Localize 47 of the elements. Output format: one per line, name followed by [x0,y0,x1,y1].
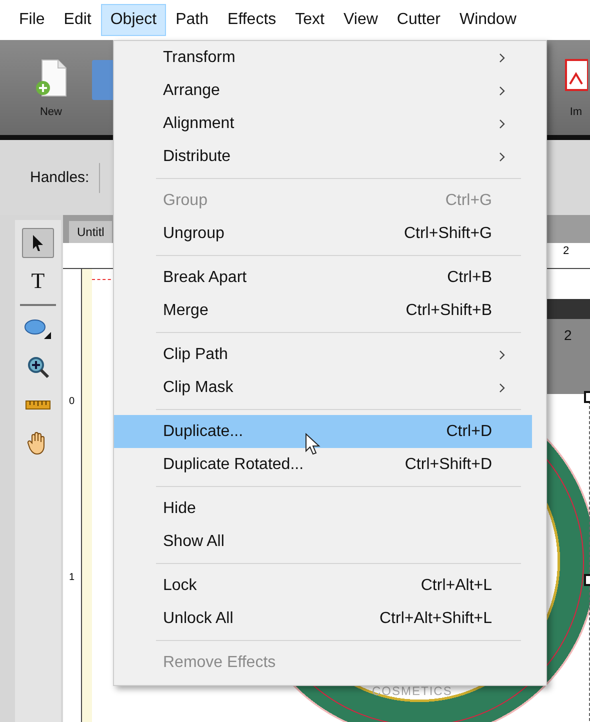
menu-item[interactable]: Clip Path [114,338,532,371]
ruler-label: 0 [69,396,75,407]
menu-bar-item[interactable]: View [334,4,387,36]
menu-item[interactable]: Duplicate... Ctrl+D [114,415,532,448]
document-tab[interactable]: Untitl [69,221,112,243]
menu-bar-item[interactable]: Edit [54,4,100,36]
import-button[interactable]: Im [560,56,590,120]
menu-item[interactable]: Lock Ctrl+Alt+L [114,569,532,602]
chevron-right-icon [498,348,506,360]
ruler-icon [25,400,51,410]
menu-bar-item[interactable]: Effects [218,4,286,36]
ellipse-icon [24,318,52,340]
menu-item[interactable]: Hide [114,492,532,525]
chevron-right-icon [498,382,506,394]
artwork-text: COSMETICS [372,684,452,698]
menu-bar-item[interactable]: Path [166,4,218,36]
menu-bar-item[interactable]: File [10,4,54,36]
zoom-icon [26,355,50,379]
menu-item[interactable]: Show All [114,525,532,558]
menu-item[interactable]: Transform [114,41,532,74]
chevron-right-icon [498,52,506,64]
menu-item[interactable]: Duplicate Rotated... Ctrl+Shift+D [114,448,532,481]
chevron-right-icon [498,84,506,96]
menu-item[interactable]: Unlock All Ctrl+Alt+Shift+L [114,602,532,635]
menu-item[interactable]: Ungroup Ctrl+Shift+G [114,217,532,250]
menu-item[interactable]: Distribute [114,140,532,173]
new-document-icon [34,58,68,98]
menu-item[interactable]: Clip Mask [114,371,532,404]
menu-bar-item[interactable]: Cutter [388,4,450,36]
ruler-label: 2 [563,245,570,257]
ruler-label: 2 [564,327,572,343]
new-button[interactable]: New [30,56,72,120]
menu-bar-item[interactable]: Text [286,4,334,36]
ruler-label: 1 [69,572,75,583]
chevron-right-icon [498,118,506,130]
menu-item[interactable]: Merge Ctrl+Shift+B [114,294,532,327]
menu-bar-item[interactable]: Object [101,4,166,36]
menu-item[interactable]: Arrange [114,74,532,107]
pointer-tool[interactable] [22,228,54,258]
pointer-icon [30,234,46,252]
menu-item[interactable]: Break Apart Ctrl+B [114,261,532,294]
text-tool[interactable]: T [22,266,54,296]
handles-label: Handles: [30,169,90,186]
menu-bar-item[interactable]: Window [450,4,526,36]
menu-item[interactable]: Alignment [114,107,532,140]
mouse-cursor-icon [305,433,321,457]
chevron-right-icon [498,150,506,162]
